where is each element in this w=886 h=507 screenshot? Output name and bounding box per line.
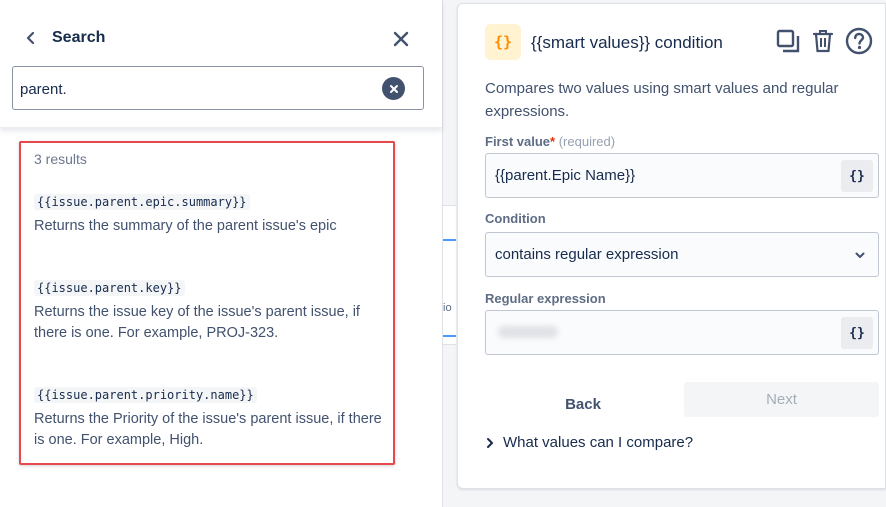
clear-search-icon[interactable] (382, 77, 405, 100)
required-mark: * (550, 134, 556, 149)
insert-smart-value-button[interactable]: {} (841, 317, 873, 349)
results-count: 3 results (34, 151, 87, 167)
underlying-page-edge (443, 205, 456, 345)
duplicate-icon[interactable] (773, 26, 803, 56)
help-icon[interactable] (844, 26, 874, 56)
result-smart-value: {{issue.parent.epic.summary}} (34, 194, 250, 210)
insert-smart-value-button[interactable]: {} (841, 160, 873, 192)
regex-field[interactable]: {} (485, 310, 879, 355)
chevron-right-icon (487, 437, 493, 448)
result-description: Returns the issue key of the issue's par… (34, 304, 360, 341)
chevron-down-icon (855, 252, 865, 258)
first-value-text: {{parent.Epic Name}} (495, 167, 636, 184)
underlying-page-accent (443, 239, 456, 241)
expander-label: What values can I compare? (503, 434, 694, 451)
close-icon[interactable] (389, 27, 413, 51)
result-description: Returns the summary of the parent issue'… (34, 218, 337, 234)
condition-select[interactable]: contains regular expression (485, 232, 879, 277)
back-icon[interactable] (20, 27, 42, 49)
first-value-field[interactable]: {{parent.Epic Name}} {} (485, 153, 879, 198)
underlying-page-accent (443, 335, 456, 337)
result-item[interactable]: {{issue.parent.key}} Returns the issue k… (34, 279, 384, 344)
search-input[interactable] (20, 78, 370, 100)
first-value-label-text: First value (485, 134, 551, 149)
redacted-regex-value (498, 326, 558, 338)
next-button[interactable]: Next (684, 382, 879, 417)
required-hint: (required) (558, 134, 616, 149)
search-header: Search (0, 0, 442, 128)
result-item[interactable]: {{issue.parent.priority.name}} Returns t… (34, 386, 384, 451)
smart-value-search-panel: Search 3 results {{issue.parent.epic.sum… (0, 0, 443, 507)
condition-config-panel: {} {{smart values}} condition Compares t… (457, 3, 886, 489)
regex-label: Regular expression (485, 291, 606, 306)
search-results-highlight: 3 results {{issue.parent.epic.summary}} … (19, 141, 395, 465)
result-smart-value: {{issue.parent.key}} (34, 280, 185, 296)
panel-description: Compares two values using smart values a… (485, 80, 839, 120)
result-smart-value: {{issue.parent.priority.name}} (34, 387, 257, 403)
search-field (12, 66, 424, 110)
back-button[interactable]: Back (501, 387, 665, 421)
underlying-page-text: io (443, 302, 452, 314)
search-title: Search (52, 29, 106, 46)
smart-values-icon: {} (485, 24, 521, 60)
what-values-expander[interactable]: What values can I compare? (485, 434, 693, 451)
trash-icon[interactable] (808, 26, 838, 56)
first-value-label: First value* (required) (485, 134, 615, 149)
condition-label: Condition (485, 211, 546, 226)
panel-title: {{smart values}} condition (531, 33, 723, 52)
condition-select-value: contains regular expression (495, 246, 679, 263)
result-item[interactable]: {{issue.parent.epic.summary}} Returns th… (34, 193, 384, 237)
result-description: Returns the Priority of the issue's pare… (34, 411, 382, 448)
